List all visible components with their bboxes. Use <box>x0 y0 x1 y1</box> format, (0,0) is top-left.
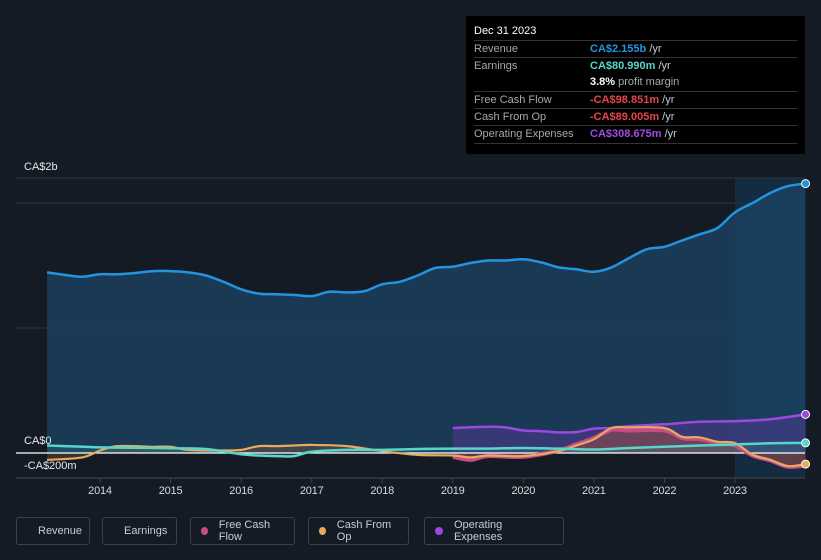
cash-from-op-endpoint[interactable] <box>801 459 811 469</box>
tooltip-row-free-cash-flow: Free Cash Flow -CA$98.851m /yr <box>474 91 797 109</box>
tooltip-row-revenue: Revenue CA$2.155b /yr <box>474 40 797 58</box>
tooltip-label: Cash From Op <box>474 111 547 123</box>
legend-label: Earnings <box>124 525 168 537</box>
x-tick-label: 2019 <box>440 485 465 497</box>
tooltip-unit: profit margin <box>618 76 680 88</box>
y-tick-label: CA$0 <box>24 435 52 447</box>
tooltip-unit: /yr <box>662 111 675 123</box>
x-tick-label: 2020 <box>511 485 536 497</box>
revenue-area <box>47 183 806 453</box>
tooltip-unit: /yr <box>664 128 677 140</box>
tooltip-row-cash-from-op: Cash From Op -CA$89.005m /yr <box>474 108 797 126</box>
legend-label: Free Cash Flow <box>218 519 271 543</box>
legend-label: Cash From Op <box>336 519 392 543</box>
tooltip-unit: /yr <box>649 43 662 55</box>
tooltip-label: Free Cash Flow <box>474 94 552 106</box>
x-tick-label: 2021 <box>582 485 606 497</box>
legend-item-revenue[interactable]: Revenue <box>16 517 90 545</box>
free-cash-flow-dot-icon <box>201 527 208 535</box>
tooltip-value: 3.8% <box>590 76 616 88</box>
legend-item-earnings[interactable]: Earnings <box>102 517 177 545</box>
tooltip-row-earnings: Earnings CA$80.990m /yr <box>474 57 797 75</box>
x-tick-label: 2022 <box>652 485 677 497</box>
earnings-endpoint[interactable] <box>801 438 811 448</box>
y-tick-label: -CA$200m <box>24 460 77 472</box>
tooltip-unit: /yr <box>662 94 675 106</box>
tooltip-label: Operating Expenses <box>474 128 574 140</box>
legend-item-operating-expenses[interactable]: Operating Expenses <box>424 517 564 545</box>
operating-expenses-dot-icon <box>435 527 443 535</box>
tooltip-unit: /yr <box>658 60 671 72</box>
x-tick-label: 2017 <box>299 485 324 497</box>
tooltip-date: Dec 31 2023 <box>474 25 537 37</box>
tooltip-panel: Dec 31 2023 Revenue CA$2.155b /yr Earnin… <box>466 16 805 154</box>
y-tick-label: CA$2b <box>24 161 58 173</box>
tooltip-value: -CA$98.851m <box>590 94 660 106</box>
tooltip-label: Revenue <box>474 43 519 55</box>
tooltip-row-operating-expenses: Operating Expenses CA$308.675m /yr <box>474 125 797 144</box>
x-axis-ticks <box>99 478 736 483</box>
tooltip-value: -CA$89.005m <box>590 111 660 123</box>
tooltip-row-profit-margin: 3.8% profit margin <box>474 74 797 91</box>
tooltip-label: Earnings <box>474 60 518 72</box>
x-tick-label: 2015 <box>158 485 183 497</box>
x-tick-label: 2014 <box>88 485 112 497</box>
cash-from-op-dot-icon <box>319 527 326 535</box>
legend-item-free-cash-flow[interactable]: Free Cash Flow <box>190 517 295 545</box>
x-tick-label: 2018 <box>370 485 395 497</box>
x-tick-label: 2023 <box>723 485 747 497</box>
operating-expenses-endpoint[interactable] <box>801 409 811 419</box>
series-areas <box>47 183 806 467</box>
tooltip-value: CA$2.155b <box>590 43 647 55</box>
legend-label: Operating Expenses <box>453 519 503 543</box>
legend-label: Revenue <box>38 525 83 537</box>
x-tick-label: 2016 <box>229 485 253 497</box>
tooltip-value: CA$308.675m <box>590 128 662 140</box>
revenue-endpoint[interactable] <box>801 179 811 189</box>
tooltip-value: CA$80.990m <box>590 60 656 72</box>
legend-item-cash-from-op[interactable]: Cash From Op <box>308 517 409 545</box>
